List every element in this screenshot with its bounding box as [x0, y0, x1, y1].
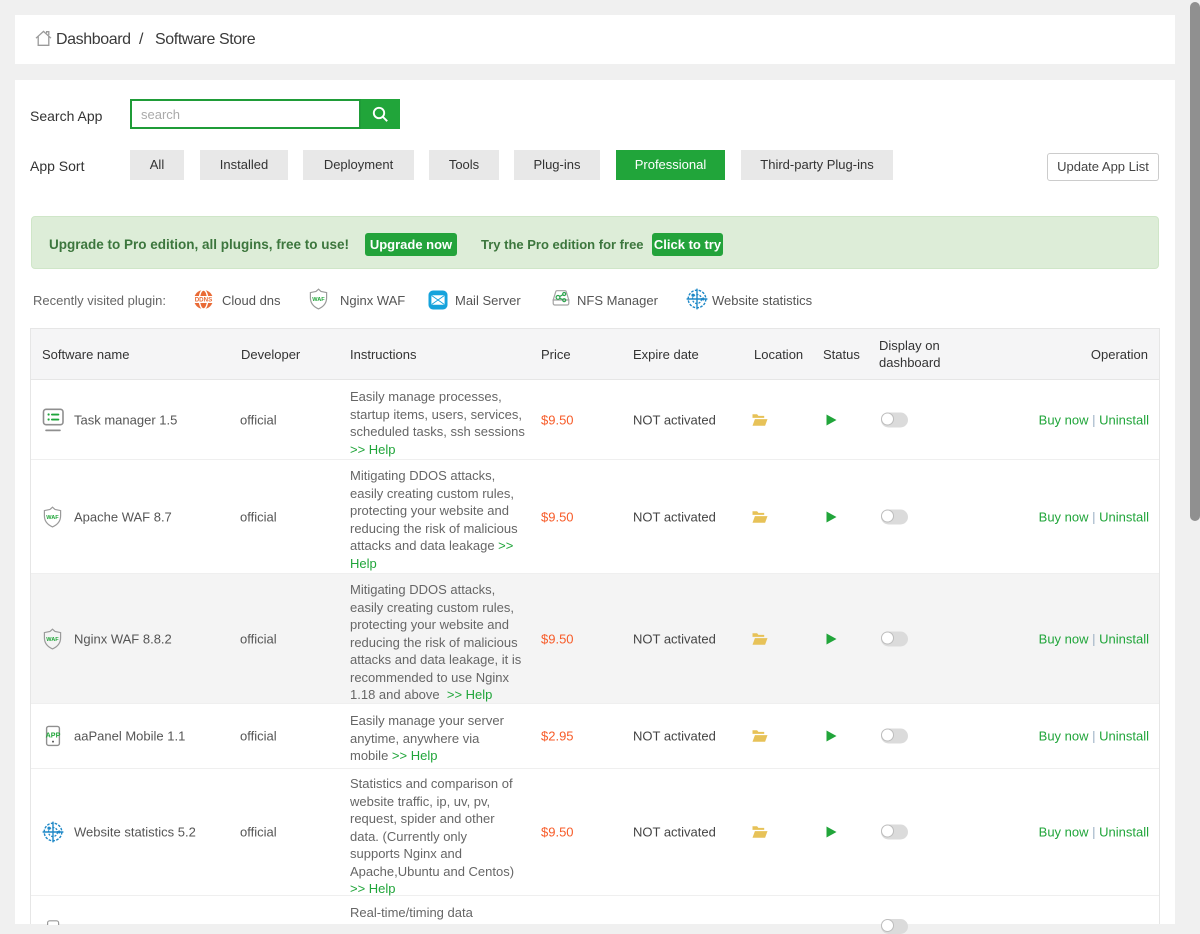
svg-text:APP: APP — [45, 731, 60, 740]
svg-text:WAF: WAF — [312, 297, 325, 303]
svg-text:DDNS: DDNS — [195, 297, 213, 304]
svg-text:WAF: WAF — [46, 515, 59, 521]
svg-text:WAF: WAF — [46, 637, 59, 643]
